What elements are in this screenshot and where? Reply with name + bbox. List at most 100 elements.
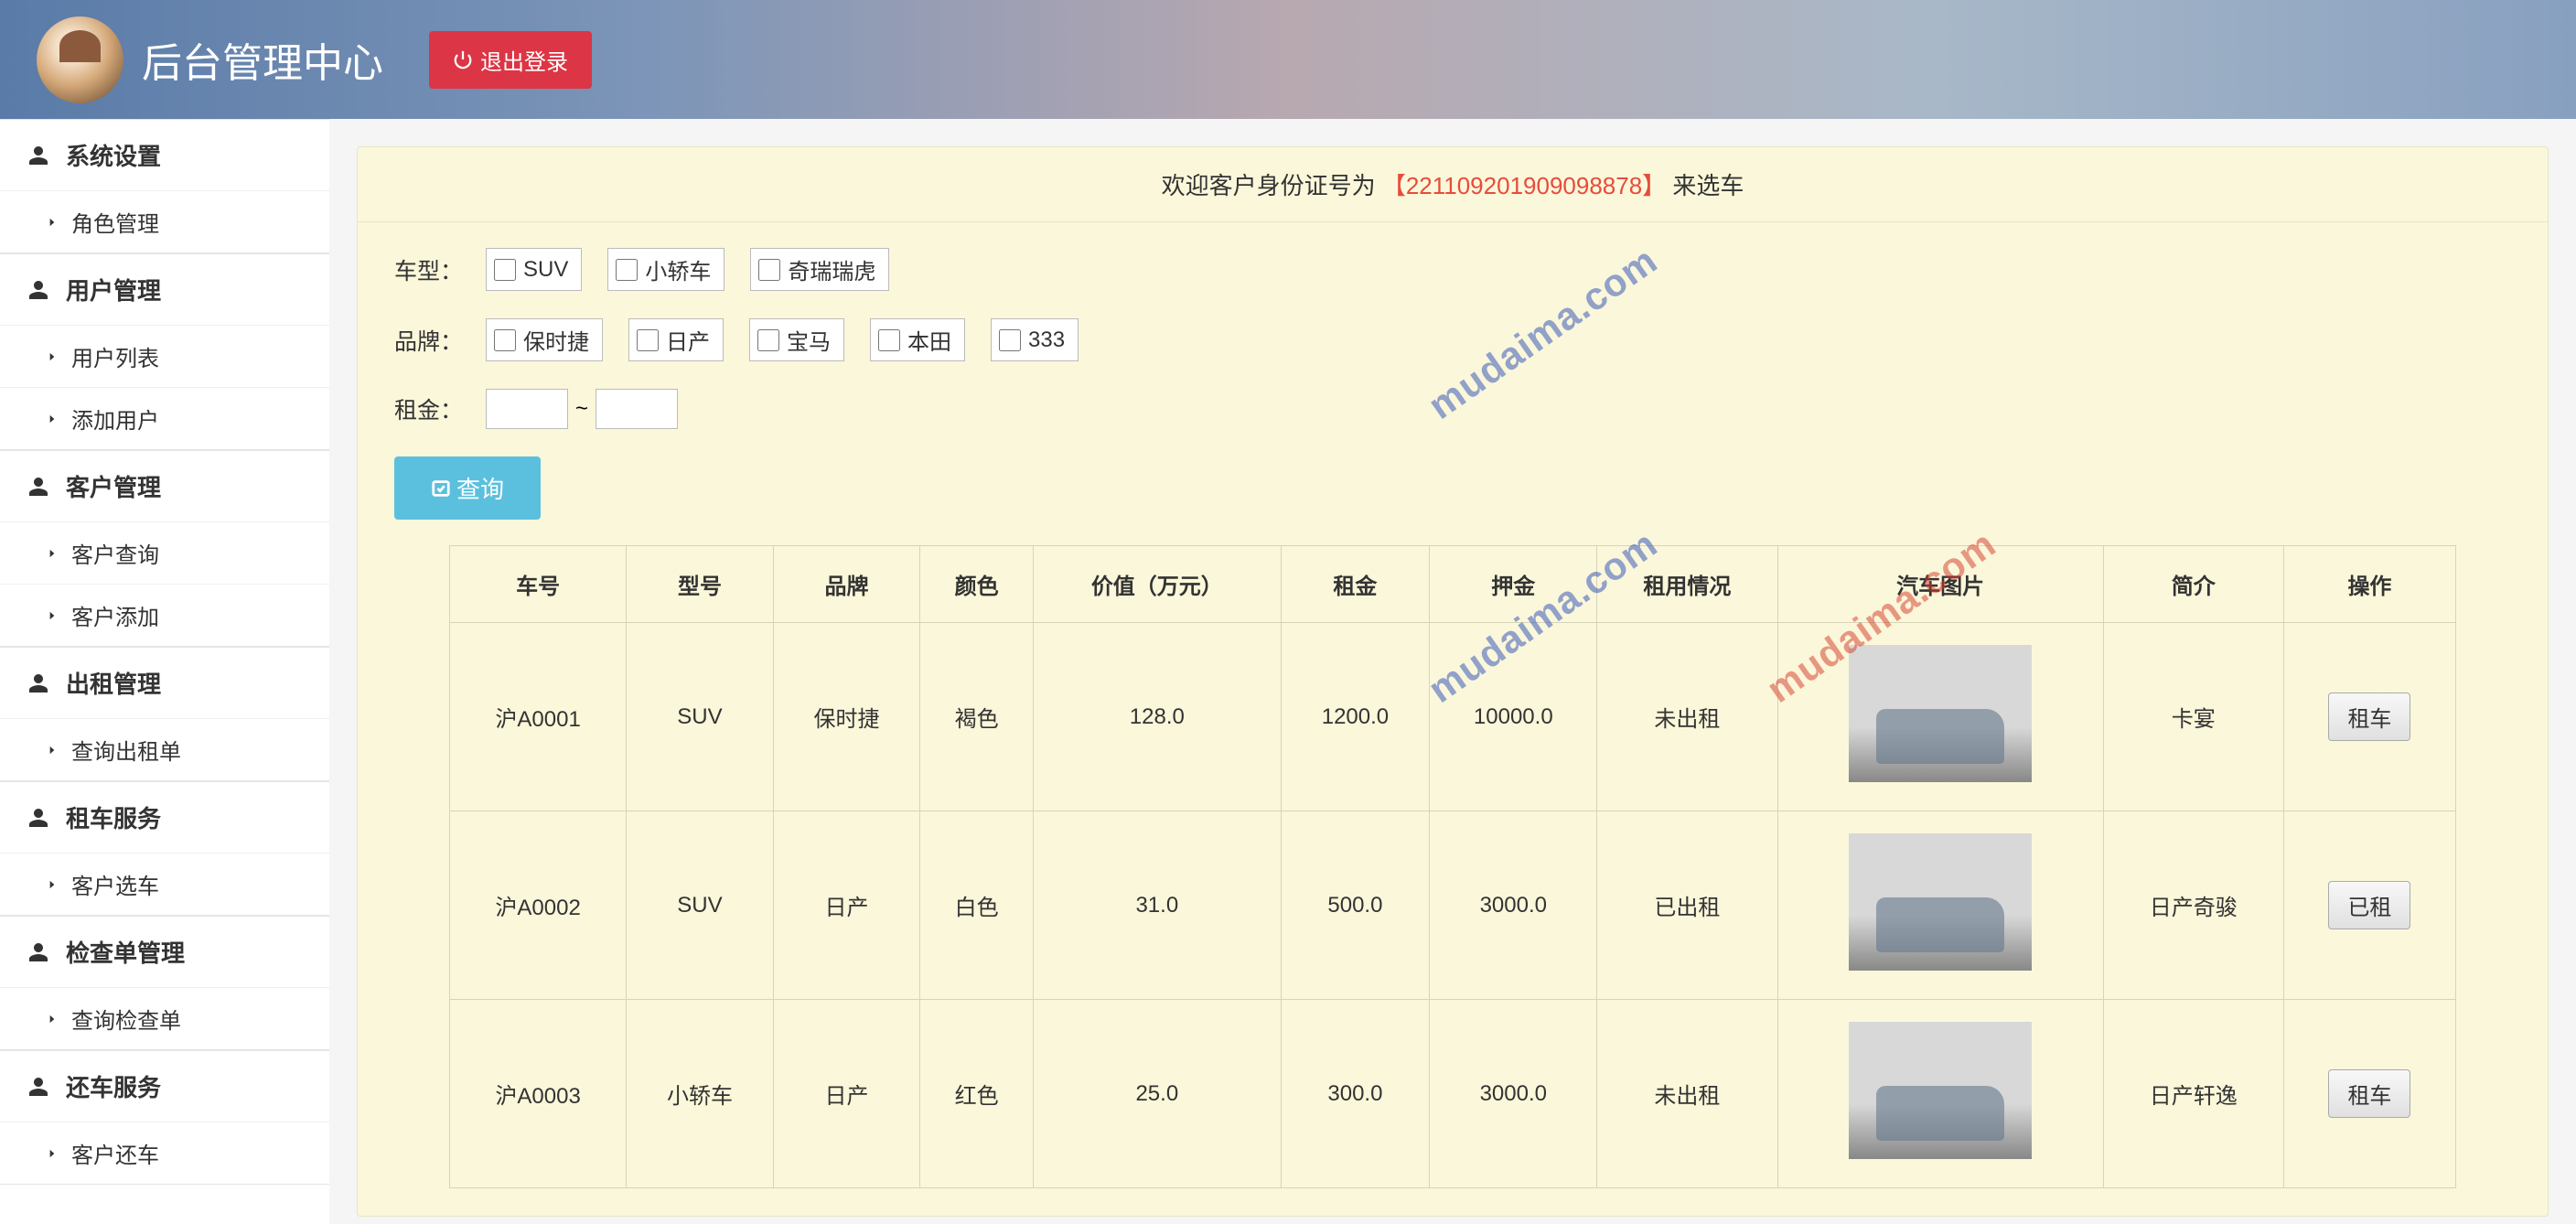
sidebar-item[interactable]: 客户选车 xyxy=(0,853,329,915)
brand-option[interactable]: 日产 xyxy=(628,318,724,361)
rent-button[interactable]: 租车 xyxy=(2328,1069,2410,1118)
sidebar-section-label: 检查单管理 xyxy=(66,935,185,969)
filter-section: 车型： SUV小轿车奇瑞瑞虎 品牌： 保时捷日产宝马本田333 租金： ~ xyxy=(358,222,2548,545)
logout-button[interactable]: 退出登录 xyxy=(429,31,592,89)
sidebar-item-label: 查询检查单 xyxy=(71,1003,181,1035)
table-header: 租金 xyxy=(1281,546,1430,623)
cell-deposit: 3000.0 xyxy=(1430,811,1597,1000)
sidebar-section-label: 还车服务 xyxy=(66,1069,161,1103)
price-min-input[interactable] xyxy=(486,389,568,429)
type-option[interactable]: 奇瑞瑞虎 xyxy=(750,248,889,291)
cell-brand: 日产 xyxy=(773,811,920,1000)
cell-desc: 日产奇骏 xyxy=(2103,811,2283,1000)
cell-status: 已出租 xyxy=(1597,811,1777,1000)
brand-option[interactable]: 本田 xyxy=(870,318,965,361)
search-button[interactable]: 查询 xyxy=(394,456,541,520)
sidebar-section-label: 租车服务 xyxy=(66,800,161,834)
sidebar-section-title[interactable]: 客户管理 xyxy=(0,450,329,521)
rent-button[interactable]: 租车 xyxy=(2328,693,2410,741)
main-panel: 欢迎客户身份证号为 【221109201909098878】 来选车 车型： S… xyxy=(357,146,2549,1217)
brand-checkbox[interactable] xyxy=(494,329,516,351)
price-separator: ~ xyxy=(575,396,588,422)
sidebar-item[interactable]: 角色管理 xyxy=(0,190,329,252)
sidebar-section-label: 客户管理 xyxy=(66,469,161,503)
car-image xyxy=(1849,833,2032,971)
car-image xyxy=(1849,1022,2032,1159)
header-avatar xyxy=(37,16,123,103)
cell-rent: 500.0 xyxy=(1281,811,1430,1000)
sidebar-item-label: 客户选车 xyxy=(71,868,159,900)
price-max-input[interactable] xyxy=(596,389,678,429)
sidebar-section-title[interactable]: 租车服务 xyxy=(0,781,329,853)
brand-option-label: 宝马 xyxy=(787,324,831,356)
table-row: 沪A0002SUV日产白色31.0500.03000.0已出租日产奇骏已租 xyxy=(450,811,2456,1000)
sidebar-item[interactable]: 添加用户 xyxy=(0,387,329,449)
sidebar-item[interactable]: 客户还车 xyxy=(0,1122,329,1184)
brand-checkbox[interactable] xyxy=(637,329,659,351)
type-checkbox[interactable] xyxy=(758,259,780,281)
type-checkbox[interactable] xyxy=(616,259,638,281)
cell-image xyxy=(1777,623,2103,811)
cell-color: 褐色 xyxy=(920,623,1034,811)
brand-checkbox[interactable] xyxy=(999,329,1021,351)
brand-option[interactable]: 保时捷 xyxy=(486,318,603,361)
type-checkbox[interactable] xyxy=(494,259,516,281)
sidebar-item[interactable]: 客户查询 xyxy=(0,521,329,584)
cell-deposit: 3000.0 xyxy=(1430,1000,1597,1188)
sidebar-item-label: 客户查询 xyxy=(71,537,159,569)
sidebar-section-title[interactable]: 还车服务 xyxy=(0,1050,329,1122)
brand-checkbox[interactable] xyxy=(757,329,779,351)
table-header: 租用情况 xyxy=(1597,546,1777,623)
filter-row-price: 租金： ~ xyxy=(394,389,2511,429)
cell-action: 已租 xyxy=(2283,811,2455,1000)
cell-brand: 保时捷 xyxy=(773,623,920,811)
cell-image xyxy=(1777,811,2103,1000)
table-header: 品牌 xyxy=(773,546,920,623)
sidebar-section-title[interactable]: 用户管理 xyxy=(0,253,329,325)
price-filter-label: 租金： xyxy=(394,392,486,425)
cell-plate: 沪A0003 xyxy=(450,1000,627,1188)
type-option[interactable]: SUV xyxy=(486,248,582,291)
cell-desc: 日产轩逸 xyxy=(2103,1000,2283,1188)
brand-option[interactable]: 333 xyxy=(991,318,1079,361)
cell-plate: 沪A0001 xyxy=(450,623,627,811)
sidebar-item[interactable]: 查询出租单 xyxy=(0,718,329,780)
brand-option-label: 本田 xyxy=(907,324,951,356)
sidebar-section-title[interactable]: 出租管理 xyxy=(0,647,329,718)
cell-desc: 卡宴 xyxy=(2103,623,2283,811)
cell-value: 128.0 xyxy=(1034,623,1282,811)
cell-status: 未出租 xyxy=(1597,1000,1777,1188)
table-header: 颜色 xyxy=(920,546,1034,623)
car-table: 车号型号品牌颜色价值（万元）租金押金租用情况汽车图片简介操作 沪A0001SUV… xyxy=(449,545,2456,1188)
sidebar-section-title[interactable]: 检查单管理 xyxy=(0,916,329,987)
table-header: 型号 xyxy=(627,546,774,623)
sidebar-item-label: 用户列表 xyxy=(71,340,159,372)
welcome-prefix: 欢迎客户身份证号为 xyxy=(1162,172,1376,199)
sidebar-item[interactable]: 客户添加 xyxy=(0,584,329,646)
sidebar-item-label: 查询出租单 xyxy=(71,734,181,766)
content-area: 欢迎客户身份证号为 【221109201909098878】 来选车 车型： S… xyxy=(329,119,2576,1224)
cell-rent: 300.0 xyxy=(1281,1000,1430,1188)
brand-checkbox[interactable] xyxy=(878,329,900,351)
sidebar-section-label: 出租管理 xyxy=(66,666,161,700)
cell-action: 租车 xyxy=(2283,623,2455,811)
cell-rent: 1200.0 xyxy=(1281,623,1430,811)
table-wrapper: 车号型号品牌颜色价值（万元）租金押金租用情况汽车图片简介操作 沪A0001SUV… xyxy=(358,545,2548,1216)
logout-label: 退出登录 xyxy=(480,44,568,76)
type-option[interactable]: 小轿车 xyxy=(607,248,724,291)
sidebar-item-label: 角色管理 xyxy=(71,206,159,238)
power-icon xyxy=(453,49,473,70)
table-header: 简介 xyxy=(2103,546,2283,623)
cell-status: 未出租 xyxy=(1597,623,1777,811)
sidebar-item[interactable]: 查询检查单 xyxy=(0,987,329,1049)
welcome-id: 【221109201909098878】 xyxy=(1382,172,1666,199)
sidebar-section-title[interactable]: 系统设置 xyxy=(0,119,329,190)
brand-option[interactable]: 宝马 xyxy=(749,318,844,361)
cell-image xyxy=(1777,1000,2103,1188)
sidebar-item-label: 客户添加 xyxy=(71,599,159,631)
cell-type: SUV xyxy=(627,811,774,1000)
sidebar-item[interactable]: 用户列表 xyxy=(0,325,329,387)
type-filter-label: 车型： xyxy=(394,253,486,286)
rent-button[interactable]: 已租 xyxy=(2328,881,2410,929)
sidebar-item-label: 添加用户 xyxy=(71,403,159,435)
